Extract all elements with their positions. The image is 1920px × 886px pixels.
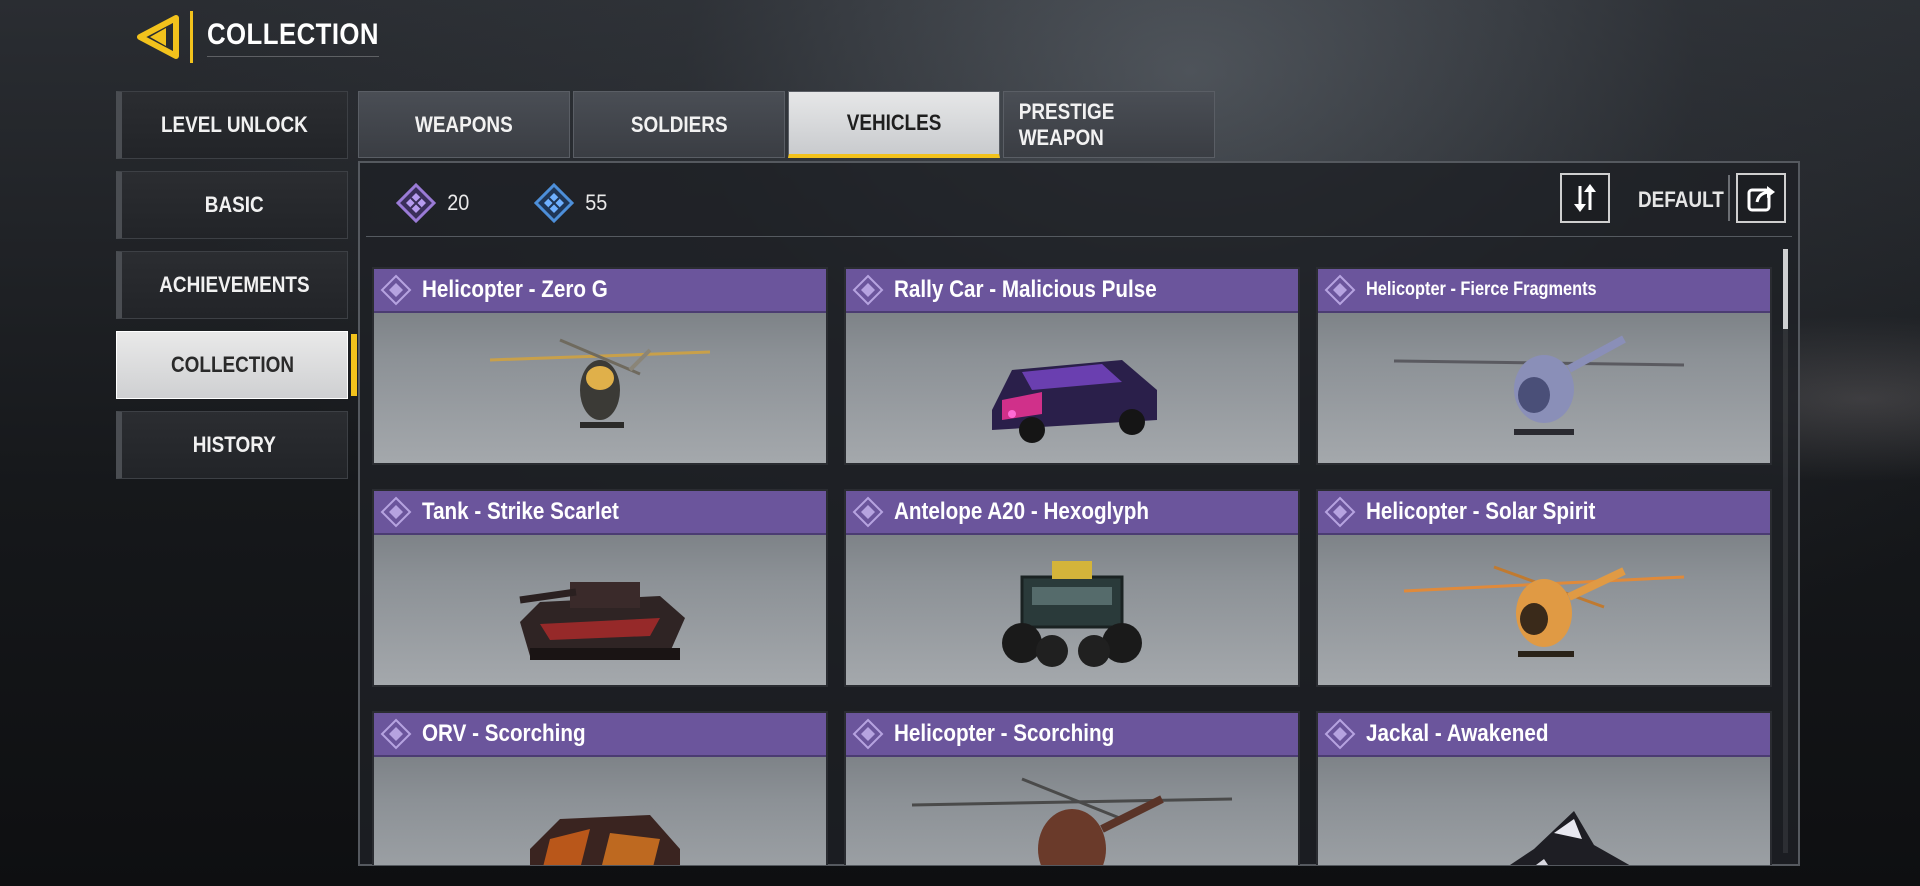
rarity-diamond-icon bbox=[380, 274, 412, 306]
page-title: COLLECTION bbox=[207, 18, 379, 57]
vehicle-card[interactable]: Helicopter - Fierce Fragments bbox=[1316, 267, 1772, 465]
vehicle-name: Rally Car - Malicious Pulse bbox=[894, 276, 1157, 303]
vehicle-name: Helicopter - Solar Spirit bbox=[1366, 498, 1596, 525]
buggy-icon bbox=[846, 537, 1298, 687]
vehicle-card[interactable]: Jackal - Awakened bbox=[1316, 711, 1772, 865]
rarity-diamond-icon bbox=[1324, 496, 1356, 528]
nav-item-label: COLLECTION bbox=[170, 352, 294, 377]
tab-vehicles[interactable]: VEHICLES bbox=[788, 91, 1000, 158]
share-button[interactable] bbox=[1736, 173, 1786, 223]
orv-icon bbox=[374, 759, 826, 865]
currency-purple: 20 bbox=[396, 183, 470, 223]
tab-label: VEHICLES bbox=[846, 110, 942, 135]
rarity-diamond-icon bbox=[380, 718, 412, 750]
rarity-diamond-icon bbox=[852, 718, 884, 750]
currency-blue-value: 55 bbox=[585, 190, 608, 215]
purple-diamond-icon bbox=[396, 183, 436, 223]
vehicle-name: Helicopter - Zero G bbox=[422, 276, 608, 303]
card-header: Antelope A20 - Hexoglyph bbox=[846, 491, 1298, 535]
rarity-diamond-icon bbox=[1324, 718, 1356, 750]
helicopter-icon bbox=[1318, 537, 1770, 687]
scrollbar-thumb[interactable] bbox=[1783, 249, 1788, 329]
nav-item-level-unlock[interactable]: LEVEL UNLOCK bbox=[116, 91, 348, 159]
sort-arrows-icon bbox=[1574, 184, 1596, 212]
vehicle-card[interactable]: Tank - Strike Scarlet bbox=[372, 489, 828, 687]
vehicle-card[interactable]: Helicopter - Scorching bbox=[844, 711, 1300, 865]
currency-blue: 55 bbox=[534, 183, 608, 223]
collection-panel: 20 55 DEFAULT Helicopter - Zero G Rally … bbox=[358, 161, 1800, 866]
tab-label: WEAPONS bbox=[415, 111, 513, 137]
rarity-diamond-icon bbox=[380, 496, 412, 528]
vehicle-name: Tank - Strike Scarlet bbox=[422, 498, 619, 525]
nav-item-achievements[interactable]: ACHIEVEMENTS bbox=[116, 251, 348, 319]
blue-diamond-icon bbox=[534, 183, 574, 223]
header-divider bbox=[190, 11, 193, 63]
vehicle-card[interactable]: Helicopter - Solar Spirit bbox=[1316, 489, 1772, 687]
category-tabs: WEAPONS SOLDIERS VEHICLES PRESTIGE WEAPO… bbox=[358, 91, 1218, 158]
vehicle-name: Helicopter - Scorching bbox=[894, 720, 1115, 747]
panel-toolbar: 20 55 DEFAULT bbox=[366, 163, 1792, 237]
vehicle-card[interactable]: Rally Car - Malicious Pulse bbox=[844, 267, 1300, 465]
card-header: Jackal - Awakened bbox=[1318, 713, 1770, 757]
nav-item-basic[interactable]: BASIC bbox=[116, 171, 348, 239]
tab-label: SOLDIERS bbox=[630, 111, 728, 137]
tab-weapons[interactable]: WEAPONS bbox=[358, 91, 570, 158]
helicopter-icon bbox=[1318, 315, 1770, 465]
vehicle-name: ORV - Scorching bbox=[422, 720, 586, 747]
sort-label[interactable]: DEFAULT bbox=[1638, 187, 1724, 213]
tab-soldiers[interactable]: SOLDIERS bbox=[573, 91, 785, 158]
card-header: Helicopter - Scorching bbox=[846, 713, 1298, 757]
vehicle-grid: Helicopter - Zero G Rally Car - Maliciou… bbox=[372, 267, 1772, 865]
vehicle-card[interactable]: Helicopter - Zero G bbox=[372, 267, 828, 465]
currency-purple-value: 20 bbox=[447, 190, 470, 215]
vehicle-card[interactable]: ORV - Scorching bbox=[372, 711, 828, 865]
sort-button[interactable] bbox=[1560, 173, 1610, 223]
vehicle-card[interactable]: Antelope A20 - Hexoglyph bbox=[844, 489, 1300, 687]
rally-car-icon bbox=[846, 315, 1298, 465]
card-header: Helicopter - Fierce Fragments bbox=[1318, 269, 1770, 313]
nav-item-label: BASIC bbox=[205, 192, 264, 217]
page-header: COLLECTION bbox=[132, 10, 407, 64]
share-icon bbox=[1747, 186, 1775, 212]
tank-icon bbox=[374, 537, 826, 687]
rarity-diamond-icon bbox=[1324, 274, 1356, 306]
nav-item-history[interactable]: HISTORY bbox=[116, 411, 348, 479]
back-arrow-icon bbox=[137, 15, 179, 59]
card-header: Tank - Strike Scarlet bbox=[374, 491, 826, 535]
card-header: Rally Car - Malicious Pulse bbox=[846, 269, 1298, 313]
vehicle-name: Antelope A20 - Hexoglyph bbox=[894, 498, 1149, 525]
side-nav: LEVEL UNLOCK BASIC ACHIEVEMENTS COLLECTI… bbox=[116, 91, 357, 491]
nav-item-label: LEVEL UNLOCK bbox=[161, 112, 308, 137]
tab-label: PRESTIGE WEAPON bbox=[1018, 98, 1115, 150]
back-button[interactable] bbox=[132, 10, 186, 64]
helicopter-icon bbox=[374, 315, 826, 465]
card-header: ORV - Scorching bbox=[374, 713, 826, 757]
rarity-diamond-icon bbox=[852, 496, 884, 528]
rarity-diamond-icon bbox=[852, 274, 884, 306]
jet-icon bbox=[1318, 759, 1770, 865]
card-header: Helicopter - Zero G bbox=[374, 269, 826, 313]
tab-prestige-weapon[interactable]: PRESTIGE WEAPON bbox=[1003, 91, 1215, 158]
nav-item-label: ACHIEVEMENTS bbox=[159, 272, 310, 297]
vehicle-name: Jackal - Awakened bbox=[1366, 720, 1549, 747]
toolbar-divider bbox=[1728, 175, 1730, 221]
vehicle-name: Helicopter - Fierce Fragments bbox=[1366, 279, 1597, 300]
card-header: Helicopter - Solar Spirit bbox=[1318, 491, 1770, 535]
grid-scrollbar[interactable] bbox=[1783, 249, 1788, 853]
nav-item-collection[interactable]: COLLECTION bbox=[116, 331, 357, 399]
nav-item-label: HISTORY bbox=[192, 432, 277, 457]
helicopter-icon bbox=[846, 759, 1298, 865]
